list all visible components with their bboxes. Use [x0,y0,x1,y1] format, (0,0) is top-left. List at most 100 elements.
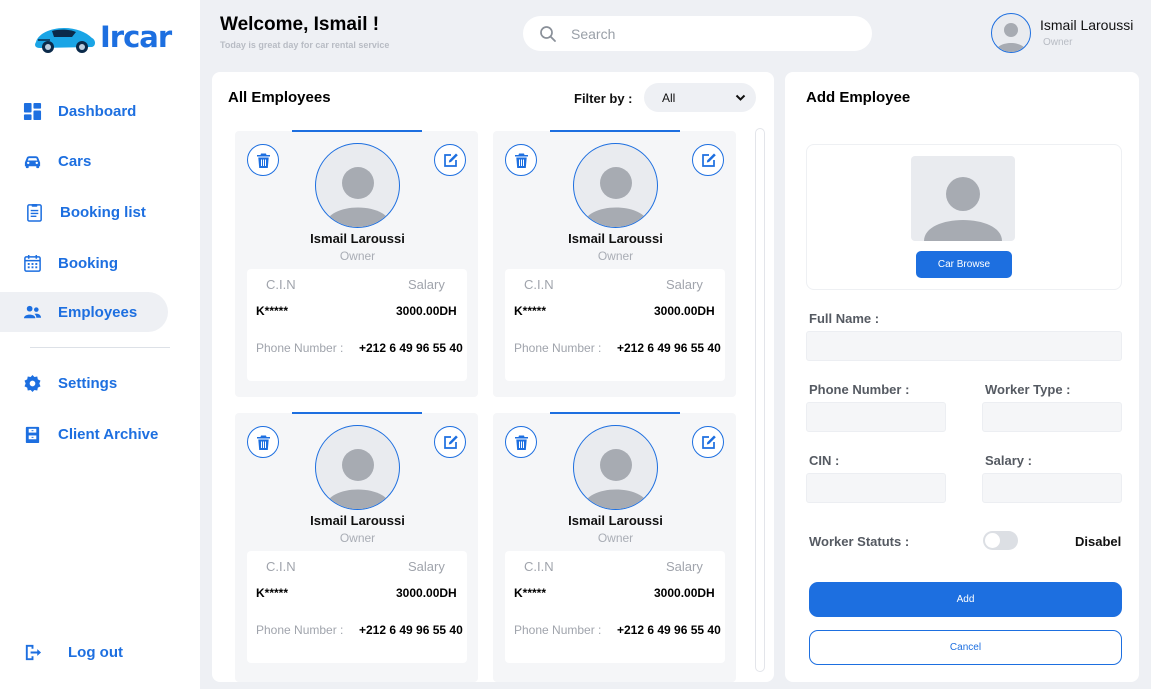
phone-value: +212 6 49 96 55 40 [359,623,463,637]
card-accent-line [292,130,422,132]
card-accent-line [550,412,680,414]
salary-label: Salary : [985,453,1032,468]
edit-icon [701,435,716,449]
delete-button[interactable] [247,426,279,458]
add-employee-panel: Add Employee Car Browse Full Name : Phon… [785,72,1139,682]
photo-upload: Car Browse [806,144,1122,290]
phone-label: Phone Number : [514,623,602,637]
employee-card: Ismail Laroussi Owner C.I.N Salary K****… [493,412,736,682]
logo[interactable]: Ircar [32,18,172,56]
phone-label: Phone Number : [256,623,344,637]
salary-label: Salary [408,277,445,292]
browse-button[interactable]: Car Browse [916,251,1012,278]
sidebar-item-client-archive[interactable]: Client Archive [0,414,168,454]
avatar [573,425,658,510]
employee-info: C.I.N Salary K***** 3000.00DH Phone Numb… [247,551,467,663]
cancel-button[interactable]: Cancel [809,630,1122,665]
employee-name: Ismail Laroussi [568,513,663,528]
salary-value: 3000.00DH [654,304,715,318]
sidebar-item-label: Settings [58,374,118,392]
edit-button[interactable] [692,144,724,176]
cin-label: C.I.N [524,559,554,574]
sidebar-item-label: Dashboard [58,102,137,120]
photo-preview [911,156,1015,241]
trash-icon [256,435,270,450]
cin-input[interactable] [806,473,946,503]
card-accent-line [292,412,422,414]
salary-value: 3000.00DH [396,304,457,318]
worker-status-value: Disabel [1075,534,1122,549]
sidebar-item-label: Client Archive [58,425,159,443]
delete-button[interactable] [247,144,279,176]
chevron-down-icon [735,94,746,101]
employee-role: Owner [597,531,634,545]
edit-button[interactable] [434,144,466,176]
clipboard-icon [24,202,44,222]
search-bar[interactable] [523,16,872,51]
edit-button[interactable] [434,426,466,458]
phone-value: +212 6 49 96 55 40 [359,341,463,355]
avatar [315,143,400,228]
sidebar-item-label: Booking [58,254,118,272]
toggle-knob [985,533,1000,548]
phone-number-input[interactable] [806,402,946,432]
worker-type-label: Worker Type : [985,382,1071,397]
card-accent-line [550,130,680,132]
user-role: Owner [1043,37,1073,48]
trash-icon [514,435,528,450]
user-avatar-icon [324,449,391,509]
employee-card: Ismail Laroussi Owner C.I.N Salary K****… [235,412,478,682]
sidebar-item-booking[interactable]: Booking [0,243,168,283]
search-input[interactable] [571,25,851,42]
edit-button[interactable] [692,426,724,458]
sidebar-item-dashboard[interactable]: Dashboard [0,91,168,131]
cin-label: C.I.N [266,277,296,292]
employees-panel: All Employees Filter by : All Ismail Lar… [212,72,774,682]
phone-label: Phone Number : [514,341,602,355]
filter-select[interactable]: All [644,83,756,112]
sidebar-item-settings[interactable]: Settings [0,363,168,403]
employees-title: All Employees [228,89,331,106]
filter-label: Filter by : [574,91,633,106]
add-button[interactable]: Add [809,582,1122,617]
archive-icon [22,424,42,444]
brand-name: Ircar [100,20,172,54]
salary-label: Salary [666,277,703,292]
salary-input[interactable] [982,473,1122,503]
salary-value: 3000.00DH [396,586,457,600]
dashboard-icon [22,101,42,121]
salary-value: 3000.00DH [654,586,715,600]
logout-label: Log out [68,643,123,661]
cin-value: K***** [514,304,547,318]
worker-type-input[interactable] [982,402,1122,432]
sidebar-item-cars[interactable]: Cars [0,141,168,181]
gear-icon [22,373,42,393]
logout-icon [22,642,42,662]
page-subtitle: Today is great day for car rental servic… [220,40,390,50]
scrollbar[interactable] [755,128,765,672]
edit-icon [443,153,458,167]
delete-button[interactable] [505,426,537,458]
logout-button[interactable]: Log out [0,632,168,672]
filter-value: All [662,90,676,105]
sidebar-item-employees[interactable]: Employees [0,292,168,332]
user-profile[interactable]: Ismail Laroussi Owner [991,13,1133,53]
phone-number-label: Phone Number : [809,382,910,397]
sidebar-item-booking-list[interactable]: Booking list [0,192,168,232]
employee-card: Ismail Laroussi Owner C.I.N Salary K****… [493,130,736,397]
full-name-input[interactable] [806,331,1122,361]
cin-value: K***** [256,586,289,600]
sidebar-item-label: Employees [58,303,138,321]
cin-label: C.I.N [266,559,296,574]
full-name-label: Full Name : [809,311,880,326]
employee-info: C.I.N Salary K***** 3000.00DH Phone Numb… [505,269,725,381]
delete-button[interactable] [505,144,537,176]
cin-label: CIN : [809,453,840,468]
salary-label: Salary [666,559,703,574]
avatar [315,425,400,510]
user-avatar-icon [924,177,1002,241]
edit-icon [701,153,716,167]
worker-status-label: Worker Statuts : [809,534,910,549]
users-icon [22,302,42,322]
worker-status-toggle[interactable] [983,531,1018,550]
